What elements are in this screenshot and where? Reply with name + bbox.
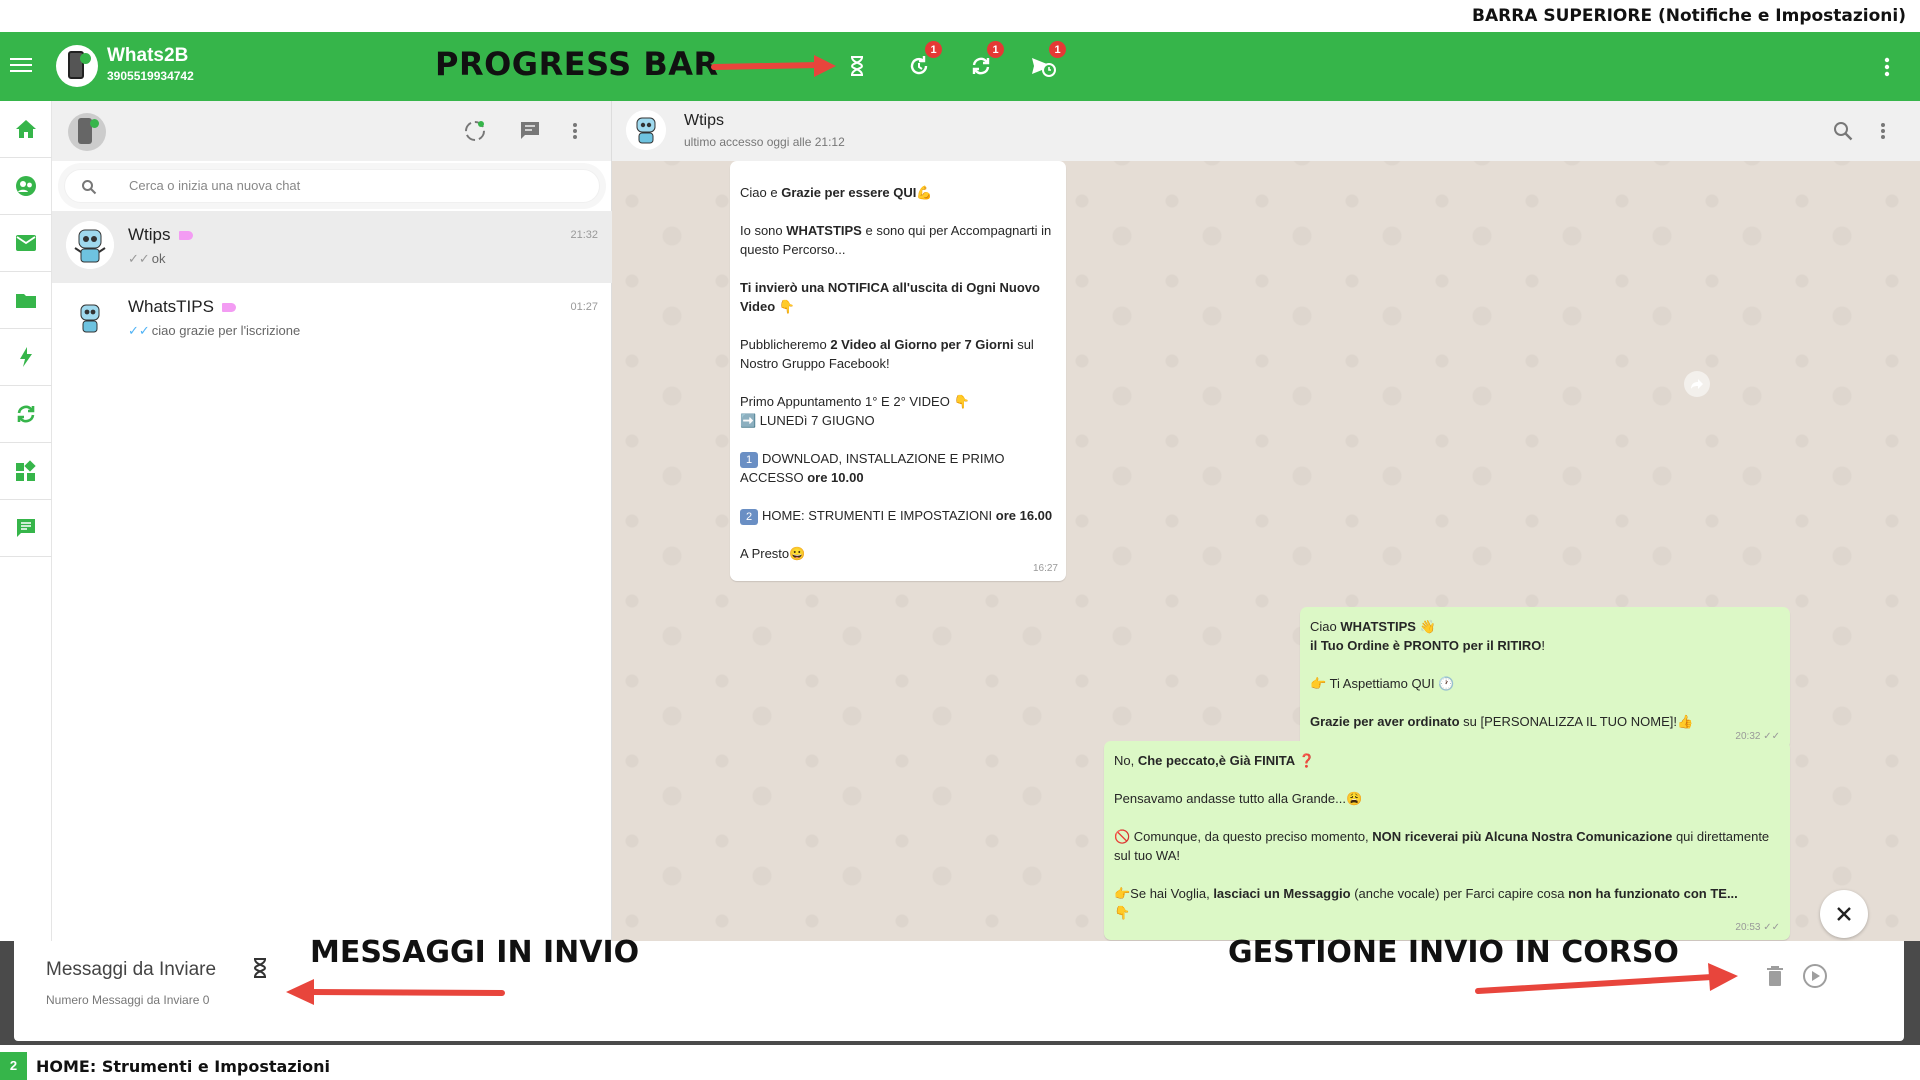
nav-contacts-icon[interactable]: [0, 158, 52, 215]
chat-last-message: ✓✓ ok: [128, 251, 166, 266]
chat-time: 21:32: [570, 229, 598, 241]
sync-badge: 1: [987, 41, 1004, 58]
top-caption-bar: BARRA SUPERIORE (Notifiche e Impostazion…: [0, 0, 1920, 32]
status-icon[interactable]: [458, 114, 492, 148]
hourglass-progress-icon[interactable]: [840, 49, 874, 83]
double-check-icon: ✓✓: [128, 323, 150, 338]
nav-feedback-icon[interactable]: [0, 500, 52, 557]
arrow-left-annotation: [286, 979, 505, 1005]
delete-icon[interactable]: [1758, 959, 1792, 993]
forward-icon[interactable]: [1684, 371, 1710, 397]
chat-last-message: ✓✓ ciao grazie per l'iscrizione: [128, 323, 301, 338]
nav-bolt-icon[interactable]: [0, 329, 52, 386]
progress-bar-annotation: PROGRESS BAR: [435, 45, 719, 83]
chat-list-panel: Wtips ✓✓ok 21:32 WhatsTIPS ✓✓ciao grazie…: [52, 101, 612, 941]
chat-name: WhatsTIPS: [128, 297, 236, 317]
history-badge: 1: [925, 41, 942, 58]
slide-footer: 2 HOME: Strumenti e Impostazioni: [0, 1052, 1920, 1080]
send-queue-panel: Messaggi da Inviare Numero Messaggi da I…: [0, 935, 1920, 1045]
hourglass-icon: [253, 958, 267, 978]
outgoing-message[interactable]: No, Che peccato,è Già FINITA ❓ Pensavamo…: [1104, 741, 1790, 940]
conversation-panel: Wtips ultimo accesso oggi alle 21:12 Cia…: [612, 101, 1920, 941]
message-time: 16:27: [1032, 563, 1058, 574]
nav-home-icon[interactable]: [0, 101, 52, 158]
label-tag-icon: [178, 231, 193, 241]
send-queue-card: Messaggi da Inviare Numero Messaggi da I…: [14, 935, 1904, 1041]
chat-row-whatstips[interactable]: WhatsTIPS ✓✓ ciao grazie per l'iscrizione…: [52, 283, 612, 355]
scheduled-badge: 1: [1049, 41, 1066, 58]
app-phone-number: 3905519934742: [107, 69, 194, 83]
chat-row-wtips[interactable]: Wtips ✓✓ ok 21:32: [52, 211, 612, 283]
nav-refresh-icon[interactable]: [0, 386, 52, 443]
chat-search: [64, 169, 600, 203]
app-logo: [56, 45, 98, 87]
double-check-icon: ✓✓: [128, 251, 150, 266]
send-queue-title: Messaggi da Inviare: [46, 959, 217, 980]
chat-list-menu-icon[interactable]: [558, 114, 592, 148]
arrow-to-progress-icon: [711, 55, 836, 77]
label-tag-icon: [221, 303, 236, 313]
more-options-icon[interactable]: [1870, 50, 1904, 84]
nav-mail-icon[interactable]: [0, 215, 52, 272]
hamburger-menu-icon[interactable]: [10, 54, 32, 80]
robot-avatar-icon[interactable]: [626, 110, 666, 150]
conversation-menu-icon[interactable]: [1866, 114, 1900, 148]
history-icon[interactable]: 1: [902, 41, 942, 83]
chat-time: 01:27: [570, 301, 598, 313]
arrow-right-annotation: [1475, 963, 1738, 994]
my-profile-avatar[interactable]: [68, 113, 106, 151]
search-messages-icon[interactable]: [1826, 114, 1860, 148]
double-check-icon: ✓✓: [1763, 922, 1780, 933]
app-name: Whats2B: [107, 45, 189, 66]
message-time: 20:53 ✓✓: [1735, 922, 1780, 933]
close-icon[interactable]: [1820, 890, 1868, 938]
left-navigation: [0, 101, 52, 941]
scheduled-send-icon[interactable]: 1: [1026, 41, 1066, 83]
footer-number: 2: [0, 1052, 27, 1080]
chat-list-header: [52, 101, 611, 161]
keycap-two-icon: 2: [740, 508, 758, 525]
last-seen: ultimo accesso oggi alle 21:12: [684, 135, 845, 149]
new-chat-icon[interactable]: [513, 114, 547, 148]
keycap-one-icon: 1: [740, 451, 758, 468]
sync-icon[interactable]: 1: [964, 41, 1004, 83]
send-queue-count: Numero Messaggi da Inviare 0: [46, 993, 210, 1007]
nav-folder-icon[interactable]: [0, 272, 52, 329]
chat-name: Wtips: [128, 225, 193, 245]
messages-sending-annotation: MESSAGGI IN INVIO: [310, 935, 640, 970]
outgoing-message[interactable]: Ciao WHATSTIPS 👋 il Tuo Ordine è PRONTO p…: [1300, 607, 1790, 749]
play-icon[interactable]: [1798, 959, 1832, 993]
robot-avatar-icon: [66, 293, 114, 341]
search-icon: [82, 180, 97, 195]
footer-title: HOME: Strumenti e Impostazioni: [36, 1057, 331, 1076]
contact-name[interactable]: Wtips: [684, 112, 724, 130]
top-caption-text: BARRA SUPERIORE (Notifiche e Impostazion…: [1472, 6, 1906, 26]
conversation-header: Wtips ultimo accesso oggi alle 21:12: [612, 101, 1920, 161]
search-input[interactable]: [129, 178, 569, 193]
app-bar: Whats2B 3905519934742 PROGRESS BAR 1 1 1: [0, 32, 1920, 101]
incoming-message[interactable]: Ciao e Grazie per essere QUI💪 Io sono WH…: [730, 161, 1066, 581]
nav-widgets-icon[interactable]: [0, 443, 52, 500]
robot-avatar-icon: [66, 221, 114, 269]
